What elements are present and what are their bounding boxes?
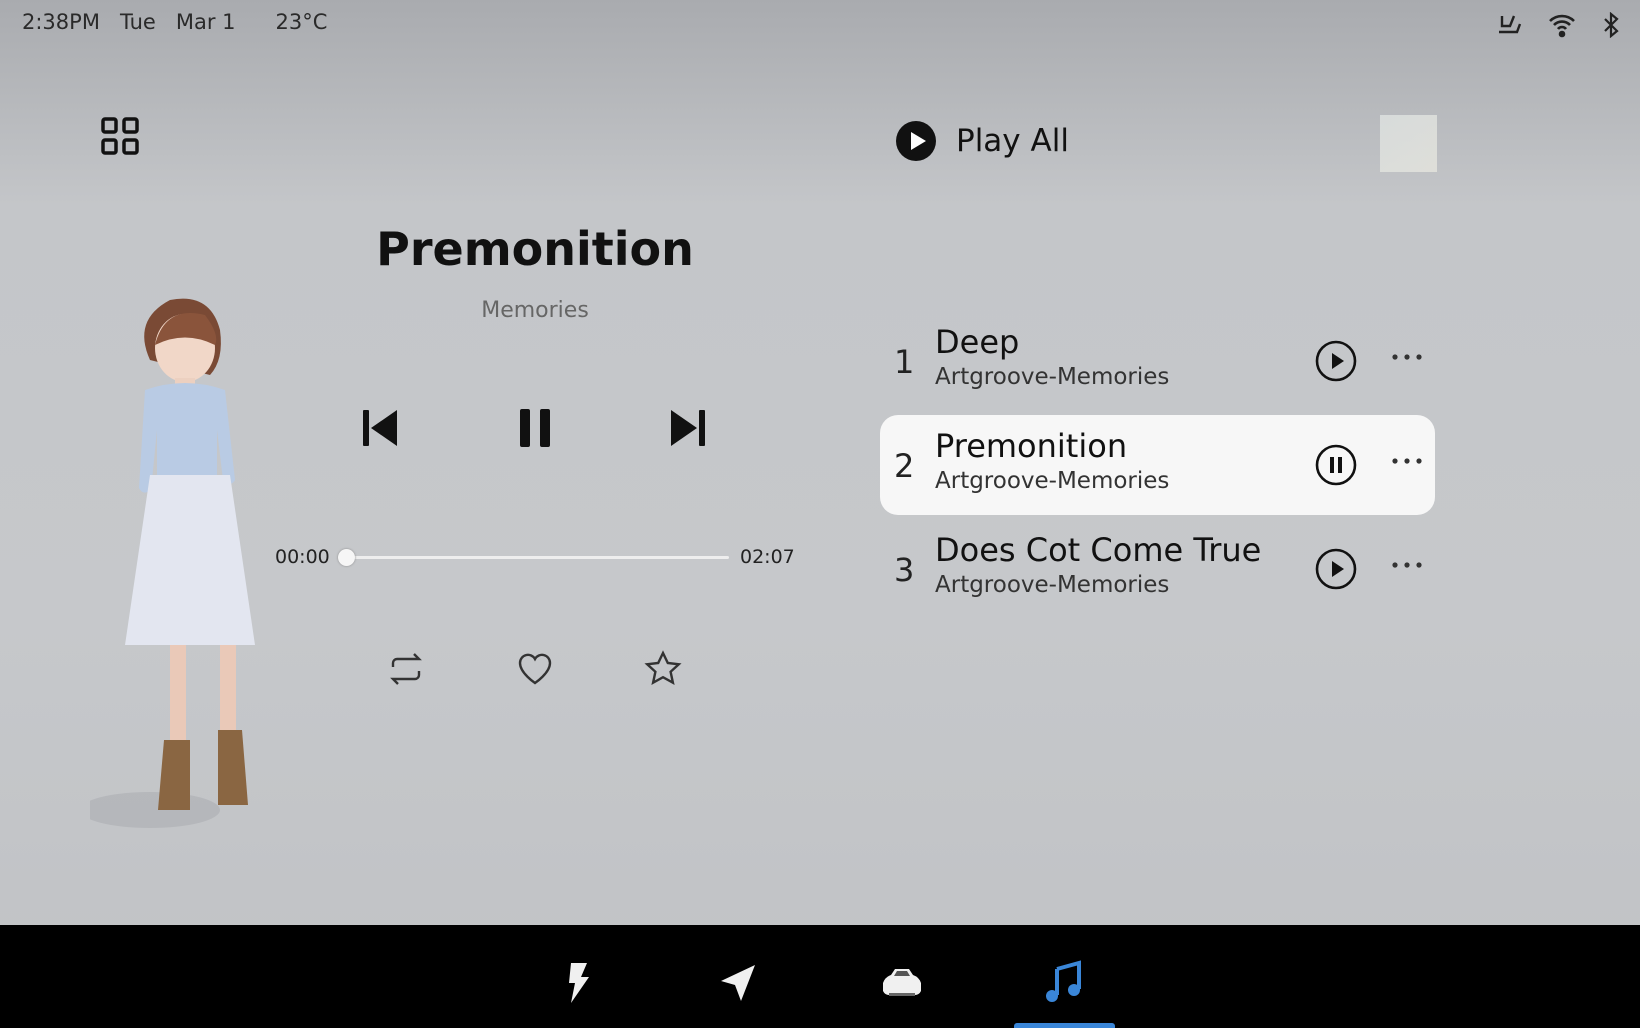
avatar-character (90, 298, 255, 828)
track-row-title: Deep (935, 323, 1020, 361)
seat-heat-icon[interactable] (1496, 12, 1522, 38)
repeat-button[interactable] (387, 650, 425, 688)
play-track-button[interactable] (1315, 548, 1357, 590)
track-row-title: Does Cot Come True (935, 531, 1262, 569)
more-options-icon[interactable] (1390, 555, 1424, 575)
album-name: Memories (481, 298, 589, 323)
duration: 02:07 (740, 546, 795, 568)
track-row[interactable]: 2 Premonition Artgroove-Memories (880, 415, 1435, 515)
temperature: 23°C (275, 10, 328, 34)
play-all-button[interactable]: Play All (896, 121, 1069, 161)
more-options-icon[interactable] (1390, 451, 1424, 471)
track-row-artist: Artgroove-Memories (935, 468, 1170, 494)
star-button[interactable] (644, 650, 682, 688)
pause-button[interactable] (512, 405, 558, 451)
music-icon[interactable] (1041, 959, 1087, 1005)
elapsed-time: 00:00 (275, 546, 330, 568)
track-number: 2 (894, 447, 915, 485)
bluetooth-icon[interactable] (1602, 12, 1620, 38)
play-track-button[interactable] (1315, 340, 1357, 382)
more-options-icon[interactable] (1390, 347, 1424, 367)
pause-track-button[interactable] (1315, 444, 1357, 486)
clock: 2:38PM (22, 10, 100, 34)
track-title: Premonition (376, 222, 694, 276)
album-art-thumbnail[interactable] (1380, 115, 1437, 172)
progress-handle[interactable] (338, 549, 355, 566)
progress-track[interactable] (346, 556, 729, 559)
favorite-heart-button[interactable] (516, 650, 554, 688)
track-row-artist: Artgroove-Memories (935, 364, 1170, 390)
track-row-title: Premonition (935, 427, 1128, 465)
wifi-icon[interactable] (1548, 12, 1576, 38)
day: Tue (119, 10, 156, 34)
play-all-label: Play All (956, 123, 1069, 159)
play-circle-icon (896, 121, 936, 161)
energy-icon[interactable] (555, 959, 601, 1005)
vehicle-icon[interactable] (879, 959, 925, 1005)
track-row-artist: Artgroove-Memories (935, 572, 1170, 598)
grid-menu-icon[interactable] (101, 117, 139, 155)
status-icons (1496, 12, 1620, 38)
previous-track-button[interactable] (357, 405, 403, 451)
track-number: 1 (894, 343, 915, 381)
navigation-icon[interactable] (715, 959, 761, 1005)
status-bar: 2:38PM Tue Mar 1 23°C (22, 10, 327, 34)
active-tab-indicator (1014, 1023, 1115, 1028)
date: Mar 1 (175, 10, 236, 34)
track-row[interactable]: 1 Deep Artgroove-Memories (880, 311, 1435, 411)
track-number: 3 (894, 551, 915, 589)
next-track-button[interactable] (665, 405, 711, 451)
bottom-nav (0, 925, 1640, 1028)
track-row[interactable]: 3 Does Cot Come True Artgroove-Memories (880, 519, 1435, 619)
